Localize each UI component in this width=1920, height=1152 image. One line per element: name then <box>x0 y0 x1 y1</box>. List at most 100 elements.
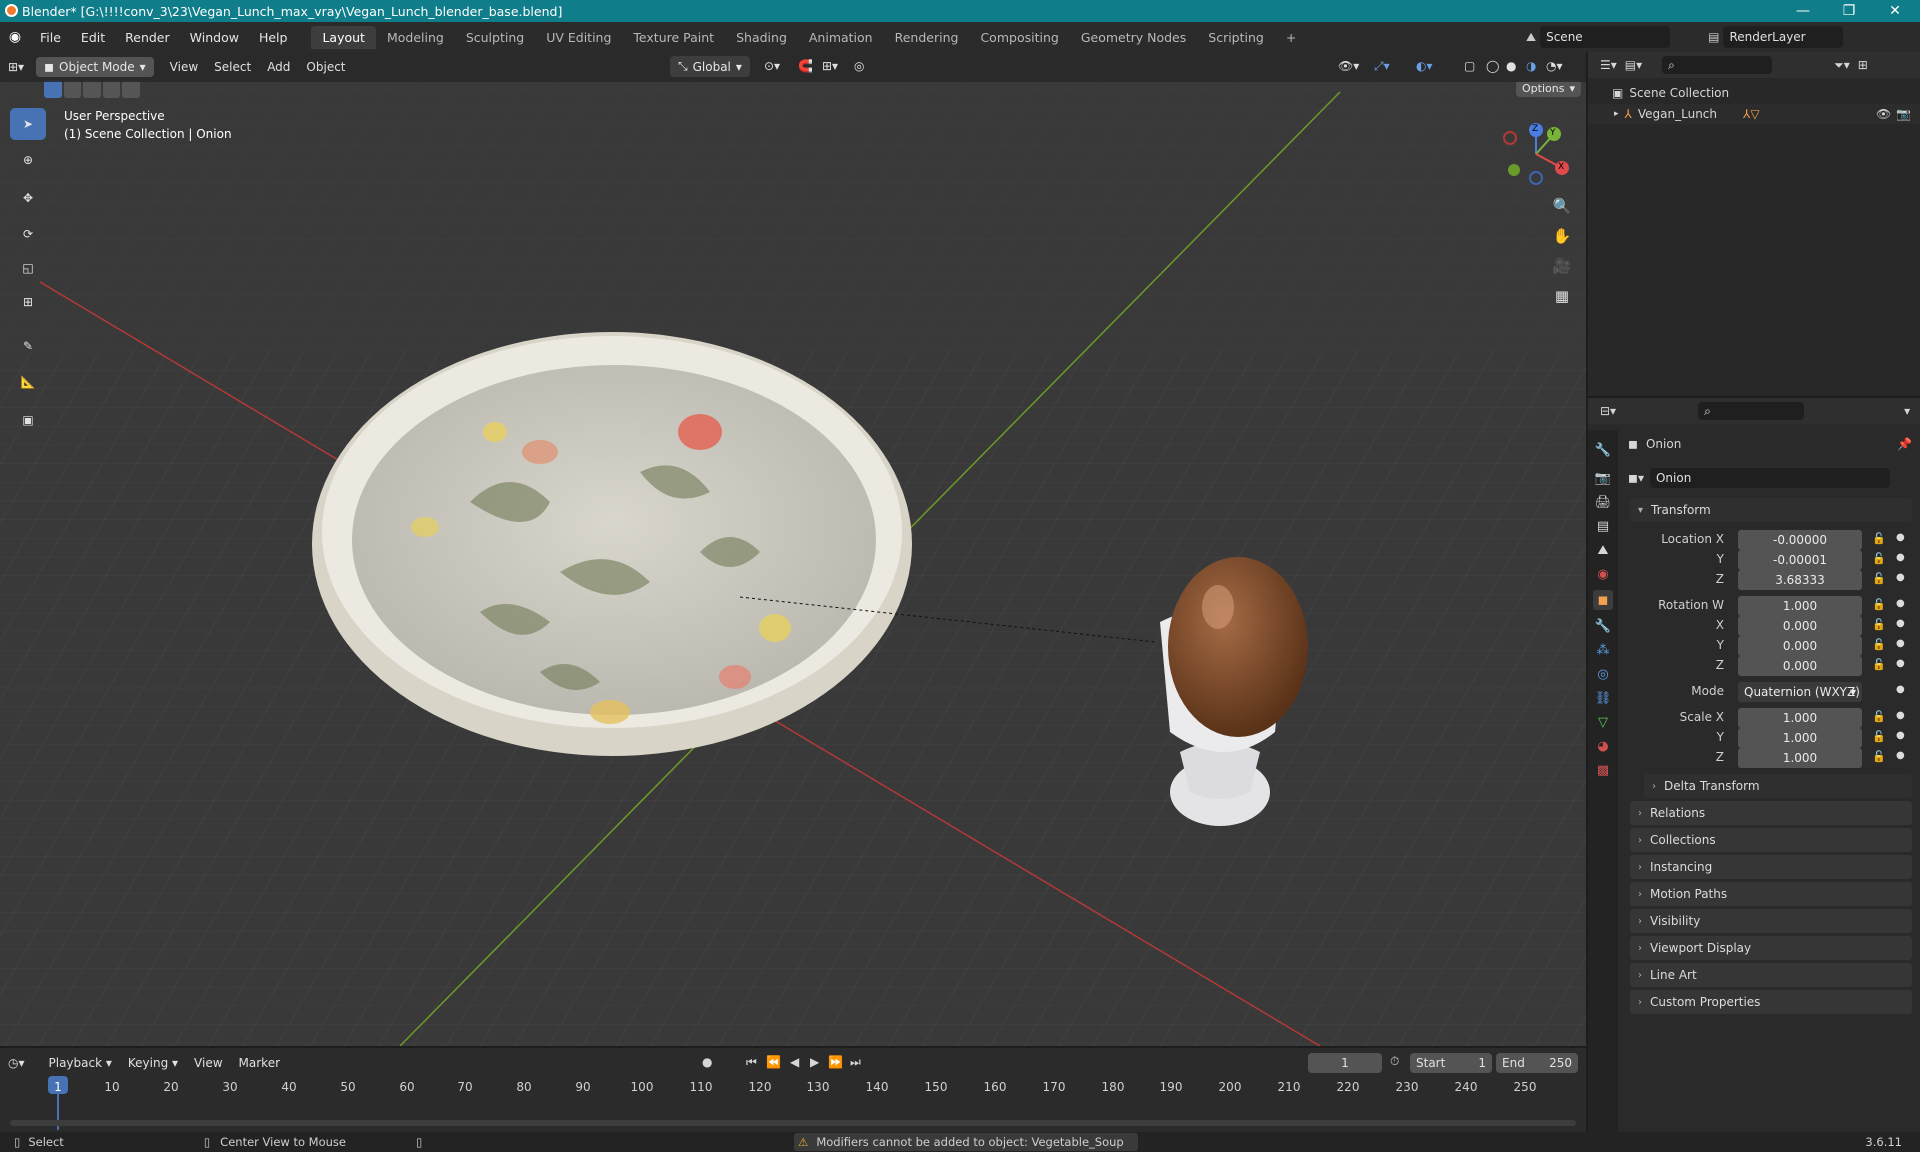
tab-geometry-nodes[interactable]: Geometry Nodes <box>1070 26 1197 49</box>
motion-paths-panel[interactable]: › Motion Paths <box>1630 882 1912 906</box>
keyframe-dot-icon[interactable]: ● <box>1896 658 1905 669</box>
world-tab-icon[interactable]: ◉ <box>1593 564 1613 584</box>
close-button[interactable]: ✕ <box>1872 0 1918 22</box>
menu-file[interactable]: File <box>30 30 71 45</box>
visibility-icon[interactable]: 👁▾ <box>1330 57 1367 75</box>
rotate-tool[interactable]: ⟳ <box>10 218 46 250</box>
render-tab-icon[interactable]: 📷 <box>1593 468 1613 488</box>
timeline-scrollbar[interactable] <box>10 1120 1576 1126</box>
location-z-field[interactable]: 3.68333 <box>1738 570 1862 590</box>
play-reverse-icon[interactable]: ◀ <box>790 1055 799 1069</box>
proportional-edit-icon[interactable]: ◎ <box>846 57 872 75</box>
keyframe-dot-icon[interactable]: ● <box>1896 598 1905 609</box>
maximize-button[interactable]: ❐ <box>1826 0 1872 22</box>
outliner-editor-icon[interactable]: ☰▾ <box>1600 58 1617 72</box>
modifier-tab-icon[interactable]: 🔧 <box>1593 616 1613 636</box>
menu-playback[interactable]: Playback ▾ <box>41 1054 120 1072</box>
stopwatch-icon[interactable]: ⏱ <box>1390 1054 1399 1069</box>
select-box-tool[interactable]: ➤ <box>10 108 46 140</box>
keyframe-dot-icon[interactable]: ● <box>1896 552 1905 563</box>
overlay-toggle-icon[interactable]: ◐▾ <box>1408 57 1441 75</box>
constraints-tab-icon[interactable]: ⛓ <box>1593 688 1613 708</box>
transform-panel-header[interactable]: ▾ Transform <box>1630 498 1912 522</box>
menu-edit[interactable]: Edit <box>71 30 115 45</box>
scale-tool[interactable]: ◱ <box>10 252 46 284</box>
lock-icon[interactable]: 🔓 <box>1872 598 1886 611</box>
transform-tool[interactable]: ⊞ <box>10 286 46 318</box>
scale-z-field[interactable]: 1.000 <box>1738 748 1862 768</box>
3d-viewport[interactable]: User Perspective (1) Scene Collection | … <box>0 52 1586 1046</box>
render-layer-selector[interactable]: RenderLayer <box>1723 26 1844 48</box>
measure-tool[interactable]: 📐 <box>10 366 46 398</box>
display-mode-icon[interactable]: ▤▾ <box>1625 58 1642 72</box>
warning-report[interactable]: ⚠ Modifiers cannot be added to object: V… <box>794 1133 1138 1151</box>
timeline-editor-icon[interactable]: ◷▾ <box>0 1054 33 1072</box>
blender-menu-icon[interactable]: ◉ <box>0 29 30 45</box>
properties-search-input[interactable]: ⌕ <box>1698 402 1805 420</box>
tab-sculpting[interactable]: Sculpting <box>455 26 535 49</box>
current-frame-field[interactable]: 1 <box>1308 1053 1382 1073</box>
menu-window[interactable]: Window <box>180 30 249 45</box>
lock-icon[interactable]: 🔓 <box>1872 638 1886 651</box>
visibility-panel[interactable]: › Visibility <box>1630 909 1912 933</box>
transform-orientation-dropdown[interactable]: ⤡ Global ▾ <box>670 56 750 77</box>
rotation-mode-dropdown[interactable]: Quaternion (WXYZ) ▾ <box>1738 682 1862 702</box>
tab-modeling[interactable]: Modeling <box>376 26 455 49</box>
menu-marker[interactable]: Marker <box>231 1054 288 1072</box>
menu-timeline-view[interactable]: View <box>186 1054 230 1072</box>
output-tab-icon[interactable]: 🖨 <box>1593 492 1613 512</box>
soup-bowl[interactable] <box>312 332 912 756</box>
lock-icon[interactable]: 🔓 <box>1872 710 1886 723</box>
chevron-down-icon[interactable]: ▾ <box>1904 404 1910 418</box>
view-layer-tab-icon[interactable]: ▤ <box>1593 516 1613 536</box>
keyframe-dot-icon[interactable]: ● <box>1896 638 1905 649</box>
add-cube-tool[interactable]: ▣ <box>10 404 46 436</box>
object-type-icon[interactable]: ◼▾ <box>1628 471 1644 485</box>
keyframe-dot-icon[interactable]: ● <box>1896 684 1905 695</box>
perspective-grid-icon[interactable]: ▦ <box>1548 282 1576 310</box>
lock-icon[interactable]: 🔓 <box>1872 572 1886 585</box>
pin-icon[interactable]: 📌 <box>1897 437 1912 451</box>
jump-keyframe-forward-icon[interactable]: ⏩ <box>828 1055 843 1069</box>
lock-icon[interactable]: 🔓 <box>1872 552 1886 565</box>
move-tool[interactable]: ✥ <box>10 182 46 214</box>
texture-tab-icon[interactable]: ▩ <box>1593 760 1613 780</box>
snap-target-icon[interactable]: ⊞▾ <box>814 57 846 75</box>
particles-tab-icon[interactable]: ⁂ <box>1593 640 1613 660</box>
keyframe-dot-icon[interactable]: ● <box>1896 730 1905 741</box>
properties-editor-icon[interactable]: ⊟▾ <box>1600 404 1616 418</box>
line-art-panel[interactable]: › Line Art <box>1630 963 1912 987</box>
scale-x-field[interactable]: 1.000 <box>1738 708 1862 728</box>
editor-type-icon[interactable]: ⊞▾ <box>0 58 32 76</box>
tab-animation[interactable]: Animation <box>798 26 884 49</box>
jump-keyframe-back-icon[interactable]: ⏪ <box>766 1055 781 1069</box>
menu-select[interactable]: Select <box>206 58 259 76</box>
tab-uv-editing[interactable]: UV Editing <box>535 26 622 49</box>
camera-render-icon[interactable]: 📷 <box>1896 107 1911 121</box>
jump-end-icon[interactable]: ⏭ <box>850 1055 861 1070</box>
end-frame-field[interactable]: End 250 <box>1496 1053 1578 1073</box>
minimize-button[interactable]: — <box>1780 0 1826 22</box>
menu-view[interactable]: View <box>162 58 206 76</box>
delta-transform-panel[interactable]: › Delta Transform <box>1644 774 1912 798</box>
tab-layout[interactable]: Layout <box>311 25 376 49</box>
relations-panel[interactable]: › Relations <box>1630 801 1912 825</box>
rotation-w-field[interactable]: 1.000 <box>1738 596 1862 616</box>
start-frame-field[interactable]: Start 1 <box>1410 1053 1492 1073</box>
pan-hand-icon[interactable]: ✋ <box>1548 222 1576 250</box>
lock-icon[interactable]: 🔓 <box>1872 730 1886 743</box>
rotation-y-field[interactable]: 0.000 <box>1738 636 1862 656</box>
select-new-icon[interactable] <box>44 80 62 98</box>
physics-tab-icon[interactable]: ◎ <box>1593 664 1613 684</box>
filter-icon[interactable]: ⏷▾ <box>1834 58 1850 73</box>
menu-object[interactable]: Object <box>298 58 353 76</box>
scale-y-field[interactable]: 1.000 <box>1738 728 1862 748</box>
new-collection-icon[interactable]: ⊞ <box>1858 58 1868 72</box>
rendered-shading-icon[interactable]: ◔▾ <box>1538 57 1571 75</box>
navigation-gizmo[interactable]: Z Y X <box>1490 116 1570 196</box>
zoom-icon[interactable]: 🔍 <box>1548 192 1576 220</box>
custom-properties-panel[interactable]: › Custom Properties <box>1630 990 1912 1014</box>
rotation-z-field[interactable]: 0.000 <box>1738 656 1862 676</box>
annotate-tool[interactable]: ✎ <box>10 330 46 362</box>
keyframe-dot-icon[interactable]: ● <box>1896 750 1905 761</box>
